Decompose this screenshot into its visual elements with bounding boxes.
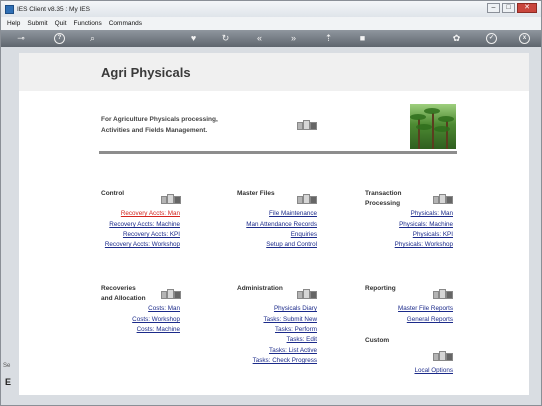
help-icon[interactable]: ? xyxy=(54,33,65,44)
link-physicals-workshop[interactable]: Physicals: Workshop xyxy=(395,241,453,248)
menu-commands[interactable]: Commands xyxy=(109,20,142,27)
custom-docs-icon[interactable] xyxy=(433,351,453,362)
menu-functions[interactable]: Functions xyxy=(74,20,102,27)
intro-line-1: For Agriculture Physicals processing, xyxy=(101,116,218,123)
menu-quit[interactable]: Quit xyxy=(55,20,67,27)
window-title: IES Client v8.35 : My IES xyxy=(17,5,90,13)
rewind-icon[interactable]: « xyxy=(254,33,265,44)
link-tasks-perform[interactable]: Tasks: Perform xyxy=(275,326,317,333)
title-bar: IES Client v8.35 : My IES – □ ✕ xyxy=(1,1,541,17)
intro-text: For Agriculture Physicals processing, Ac… xyxy=(101,114,218,136)
refresh-icon[interactable]: ↻ xyxy=(220,33,231,44)
link-file-maintenance[interactable]: File Maintenance xyxy=(269,210,317,217)
link-man-attendance-records[interactable]: Man Attendance Records xyxy=(246,221,317,228)
transaction-title-line-1: Transaction xyxy=(365,190,402,197)
link-general-reports[interactable]: General Reports xyxy=(407,316,453,323)
link-tasks-list-active[interactable]: Tasks: List Active xyxy=(269,347,317,354)
control-docs-icon[interactable] xyxy=(161,194,181,205)
menu-submit[interactable]: Submit xyxy=(27,20,47,27)
section-title-recoveries: Recoveries and Allocation xyxy=(101,284,146,304)
link-costs-machine[interactable]: Costs: Machine xyxy=(137,326,180,333)
upload-icon[interactable]: ⇡ xyxy=(323,33,334,44)
administration-docs-icon[interactable] xyxy=(297,289,317,300)
recoveries-title-line-2: and Allocation xyxy=(101,295,146,302)
app-icon xyxy=(5,4,14,14)
link-recovery-accts-machine[interactable]: Recovery Accts: Machine xyxy=(109,221,180,228)
recoveries-title-line-1: Recoveries xyxy=(101,285,136,292)
link-physicals-kpi[interactable]: Physicals: KPI xyxy=(413,231,453,238)
link-recovery-accts-kpi[interactable]: Recovery Accts: KPI xyxy=(123,231,180,238)
intro-line-2: Activities and Fields Management. xyxy=(101,127,208,134)
reporting-docs-icon[interactable] xyxy=(433,289,453,300)
menu-bar: Help Submit Quit Functions Commands xyxy=(1,17,541,30)
link-setup-and-control[interactable]: Setup and Control xyxy=(266,241,317,248)
transaction-title-line-2: Processing xyxy=(365,200,401,207)
link-physicals-machine[interactable]: Physicals: Machine xyxy=(399,221,453,228)
section-title-custom: Custom xyxy=(365,337,390,344)
fast-forward-icon[interactable]: » xyxy=(288,33,299,44)
close-icon[interactable]: x xyxy=(519,33,530,44)
link-tasks-submit-new[interactable]: Tasks: Submit New xyxy=(263,316,317,323)
link-enquiries[interactable]: Enquiries xyxy=(291,231,317,238)
maximize-button[interactable]: □ xyxy=(502,3,515,13)
section-title-transaction-processing: Transaction Processing xyxy=(365,189,401,209)
page-title: Agri Physicals xyxy=(101,65,191,80)
app-window: IES Client v8.35 : My IES – □ ✕ Help Sub… xyxy=(0,0,542,406)
link-costs-workshop[interactable]: Costs: Workshop xyxy=(132,316,180,323)
link-local-options[interactable]: Local Options xyxy=(414,367,453,374)
menu-help[interactable]: Help xyxy=(7,20,20,27)
link-recovery-accts-workshop[interactable]: Recovery Accts: Workshop xyxy=(105,241,180,248)
minimize-button[interactable]: – xyxy=(487,3,500,13)
link-recovery-accts-man[interactable]: Recovery Accts: Man xyxy=(121,210,180,217)
key-icon[interactable]: ⊸ xyxy=(11,33,31,44)
section-title-control: Control xyxy=(101,190,125,197)
link-physicals-man[interactable]: Physicals: Man xyxy=(411,210,453,217)
palm-plantation-image xyxy=(410,104,456,149)
window-controls: – □ ✕ xyxy=(487,3,537,13)
transaction-docs-icon[interactable] xyxy=(433,194,453,205)
recoveries-docs-icon[interactable] xyxy=(161,289,181,300)
section-title-reporting: Reporting xyxy=(365,285,396,292)
side-panel-fragment-1: Se xyxy=(3,363,11,369)
link-tasks-edit[interactable]: Tasks: Edit xyxy=(287,336,317,343)
close-window-button[interactable]: ✕ xyxy=(517,3,537,13)
section-title-master-files: Master Files xyxy=(237,190,275,197)
header-band xyxy=(19,53,529,91)
main-content: Agri Physicals For Agriculture Physicals… xyxy=(19,53,529,395)
link-physicals-diary[interactable]: Physicals Diary xyxy=(274,305,317,312)
side-panel-fragment-2: E xyxy=(5,377,12,387)
search-icon[interactable]: ⌕ xyxy=(87,33,98,44)
link-master-file-reports[interactable]: Master File Reports xyxy=(398,305,453,312)
link-costs-man[interactable]: Costs: Man xyxy=(148,305,180,312)
link-tasks-check-progress[interactable]: Tasks: Check Progress xyxy=(253,357,317,364)
toolbar: ⊸ ? ⌕ ♥ ↻ « » ⇡ ■ ✿ ✓ x xyxy=(1,30,541,47)
heart-icon[interactable]: ♥ xyxy=(188,33,199,44)
master-files-docs-icon[interactable] xyxy=(297,194,317,205)
stop-icon[interactable]: ■ xyxy=(357,33,368,44)
header-divider xyxy=(99,151,457,154)
intro-docs-icon[interactable] xyxy=(297,120,317,131)
section-title-administration: Administration xyxy=(237,285,283,292)
settings-icon[interactable]: ✿ xyxy=(451,33,462,44)
check-icon[interactable]: ✓ xyxy=(486,33,497,44)
